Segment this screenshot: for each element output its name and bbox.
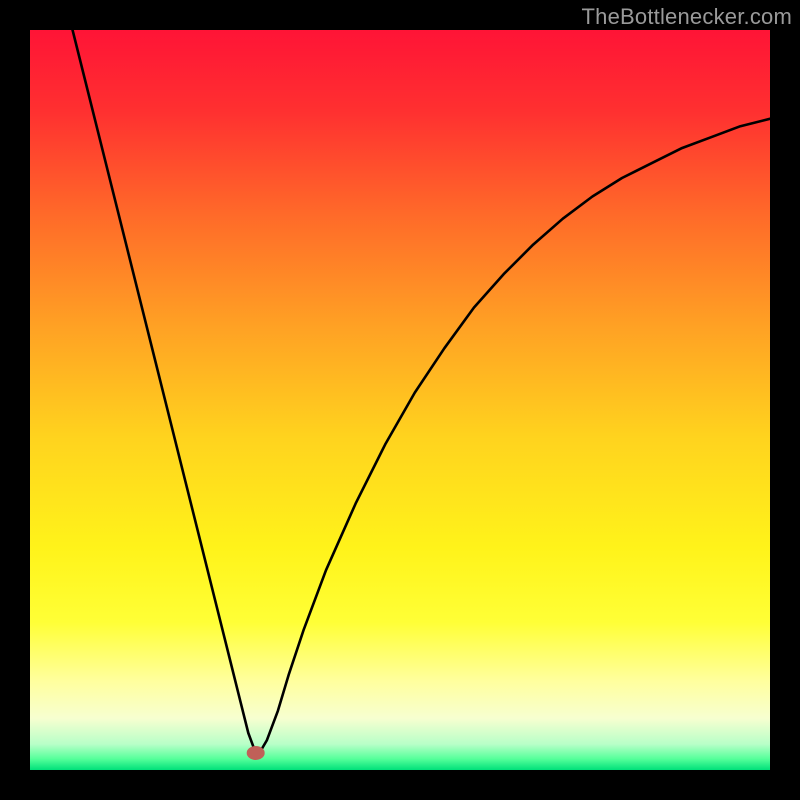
chart-svg	[30, 30, 770, 770]
chart-frame: TheBottlenecker.com	[0, 0, 800, 800]
plot-area	[30, 30, 770, 770]
minimum-marker	[247, 746, 265, 760]
gradient-background	[30, 30, 770, 770]
watermark-text: TheBottlenecker.com	[582, 4, 792, 30]
